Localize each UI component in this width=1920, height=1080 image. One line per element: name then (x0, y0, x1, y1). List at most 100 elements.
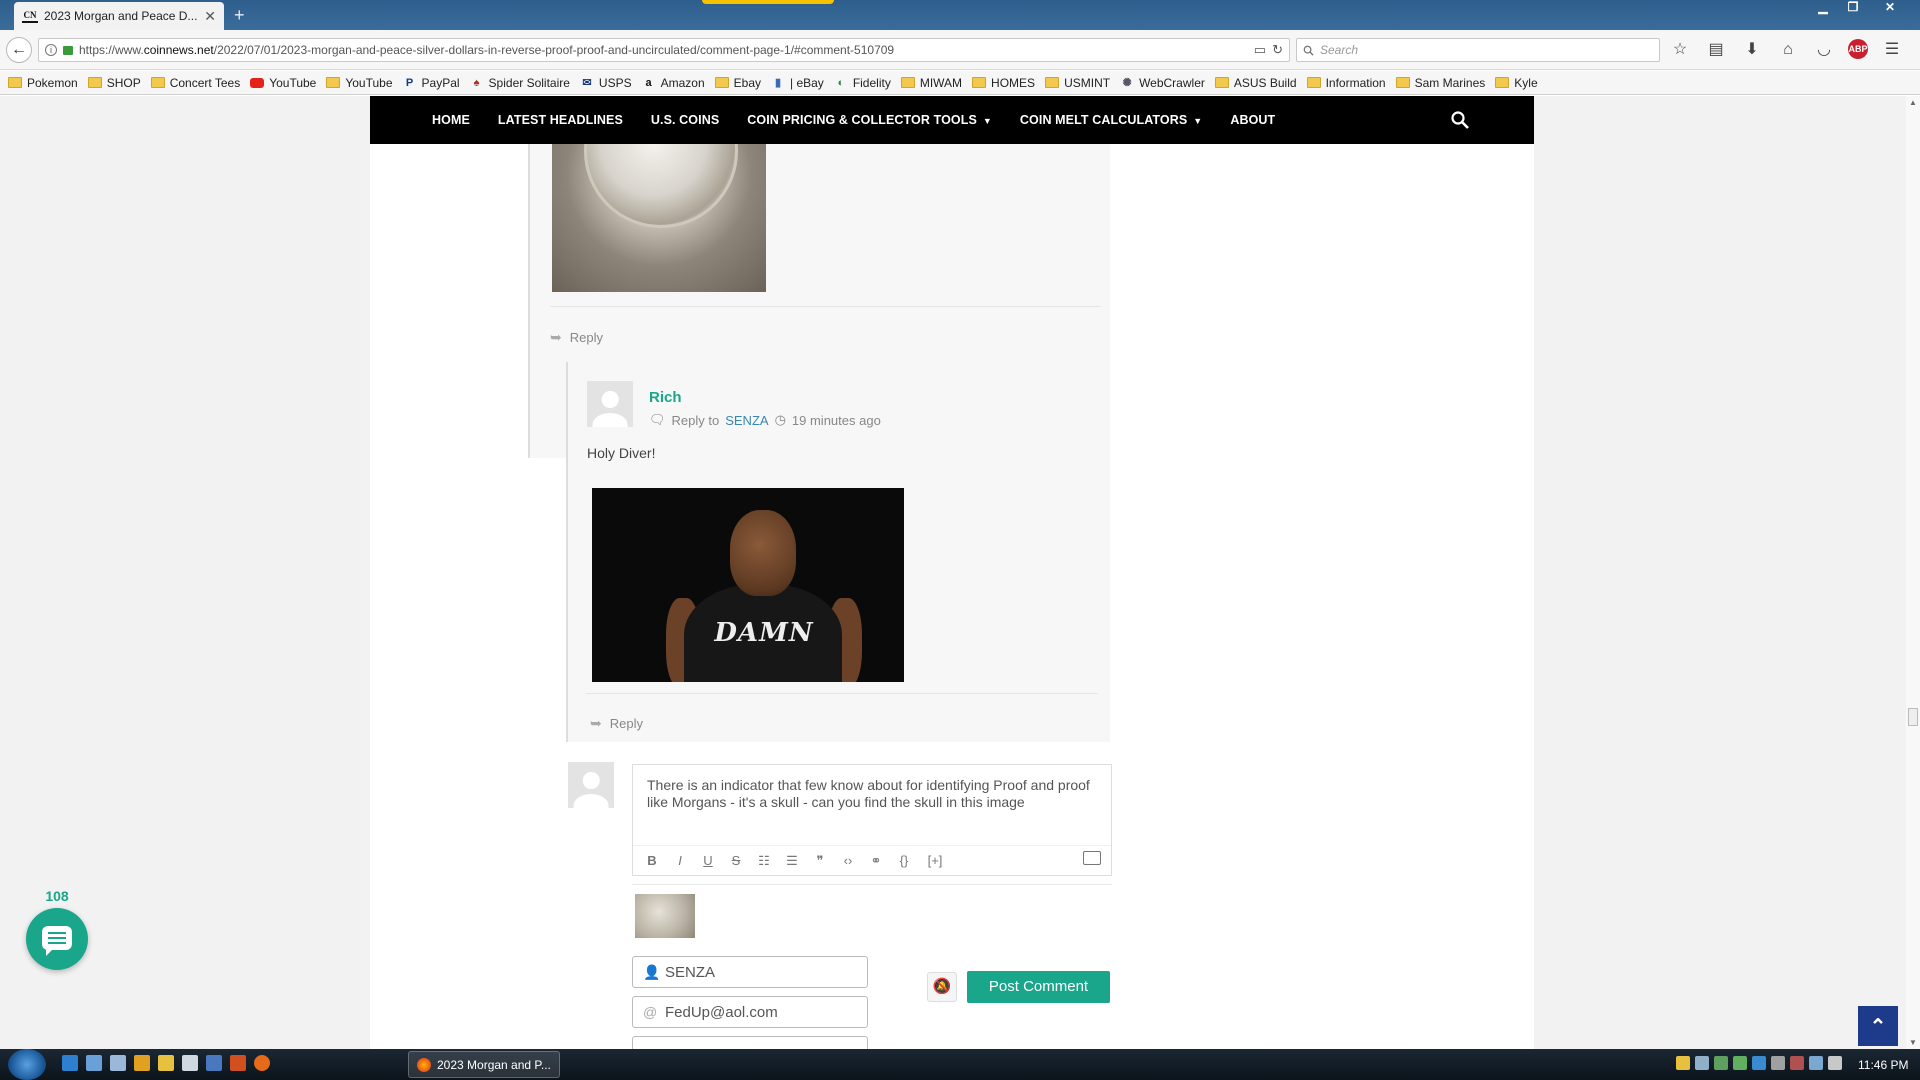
scroll-to-top-button[interactable]: ⌃ (1858, 1006, 1898, 1046)
scroll-down-icon[interactable]: ▼ (1909, 1038, 1917, 1047)
website-field[interactable] (632, 1036, 868, 1049)
comment-author[interactable]: Rich (649, 389, 682, 406)
code-block-icon[interactable]: {} (897, 853, 911, 868)
pocket-icon[interactable]: ◡ (1812, 39, 1836, 61)
bookmark-item[interactable]: SHOP (87, 76, 141, 90)
comment-textarea[interactable]: There is an indicator that few know abou… (647, 777, 1097, 811)
network-icon[interactable] (1809, 1056, 1823, 1070)
bookmark-item[interactable]: Kyle (1495, 76, 1538, 90)
reload-icon[interactable]: ↻ (1272, 42, 1283, 58)
bookmark-item[interactable]: MIWAM (900, 76, 962, 90)
minimize-icon[interactable]: ▁ (1810, 0, 1836, 14)
reply-to-author-link[interactable]: SENZA (725, 413, 768, 428)
media-player-icon[interactable] (134, 1055, 150, 1071)
spoiler-icon[interactable]: [+] (925, 853, 945, 868)
coin-photo[interactable] (552, 144, 766, 292)
bookmark-item[interactable]: Concert Tees (150, 76, 240, 90)
network-icon[interactable] (206, 1055, 222, 1071)
new-tab-button[interactable]: + (234, 5, 245, 26)
strikethrough-icon[interactable]: S (729, 853, 743, 868)
image-upload-icon[interactable] (1083, 851, 1101, 865)
url-bar[interactable]: i https://www.coinnews.net/2022/07/01/20… (38, 38, 1290, 62)
comment-editor[interactable]: There is an indicator that few know abou… (632, 764, 1112, 876)
bookmark-item[interactable]: Sam Marines (1395, 76, 1485, 90)
home-icon[interactable]: ⌂ (1776, 39, 1800, 61)
ie-icon[interactable] (62, 1055, 78, 1071)
tray-icon[interactable] (1695, 1056, 1709, 1070)
adblock-icon[interactable]: ABP (1848, 39, 1868, 59)
reply-link[interactable]: ➥ Reply (590, 715, 643, 732)
reader-view-icon[interactable]: ▭ (1254, 42, 1266, 58)
tray-icon[interactable] (1733, 1056, 1747, 1070)
bookmark-item[interactable]: HOMES (972, 76, 1035, 90)
downloads-icon[interactable]: ⬇ (1740, 39, 1764, 61)
bookmark-item[interactable]: ◐ Fidelity (834, 76, 890, 90)
bookmark-item[interactable]: Pokemon (8, 76, 78, 90)
search-bar[interactable]: Search (1296, 38, 1660, 62)
window-close-icon[interactable]: ✕ (1870, 0, 1910, 14)
tray-icon[interactable] (1714, 1056, 1728, 1070)
explorer-icon[interactable] (110, 1055, 126, 1071)
bookmark-item[interactable]: P PayPal (403, 76, 460, 90)
tab-close-icon[interactable]: ✕ (204, 8, 216, 25)
tray-icon[interactable] (1771, 1056, 1785, 1070)
bookmark-item[interactable]: ▮ | eBay (771, 76, 824, 90)
notification-pill[interactable] (702, 0, 834, 4)
app-icon[interactable] (230, 1055, 246, 1071)
bookmark-item[interactable]: Ebay (714, 76, 761, 90)
folder-icon[interactable] (158, 1055, 174, 1071)
name-field[interactable]: 👤 SENZA (632, 956, 868, 988)
nav-us-coins[interactable]: U.S. COINS (651, 113, 719, 127)
reading-list-icon[interactable]: ▤ (1704, 39, 1728, 61)
site-info-icon[interactable]: i (45, 44, 57, 56)
nav-home[interactable]: HOME (432, 113, 470, 127)
quote-icon[interactable]: ❞ (813, 853, 827, 869)
firefox-icon[interactable] (254, 1055, 270, 1071)
notepad-icon[interactable] (182, 1055, 198, 1071)
search-icon[interactable] (1450, 110, 1470, 130)
bookmark-item[interactable]: ♠ Spider Solitaire (470, 76, 570, 90)
menu-icon[interactable]: ☰ (1880, 39, 1904, 61)
comments-bubble-button[interactable] (26, 908, 88, 970)
nav-coin-melt[interactable]: COIN MELT CALCULATORS ▼ (1020, 113, 1202, 127)
bookmark-item[interactable]: USMINT (1045, 76, 1110, 90)
bookmark-item[interactable]: Information (1306, 76, 1386, 90)
italic-icon[interactable]: I (673, 853, 687, 868)
bookmark-item[interactable]: a Amazon (642, 76, 705, 90)
attachment-thumbnail[interactable] (635, 894, 695, 938)
nav-coin-pricing[interactable]: COIN PRICING & COLLECTOR TOOLS ▼ (747, 113, 992, 127)
start-button[interactable] (8, 1049, 46, 1080)
bookmark-item[interactable]: YouTube (326, 76, 393, 90)
bookmark-item[interactable]: ✉ USPS (580, 76, 631, 90)
reply-link[interactable]: ➥ Reply (550, 329, 603, 346)
nav-latest-headlines[interactable]: LATEST HEADLINES (498, 113, 623, 127)
underline-icon[interactable]: U (701, 853, 715, 868)
scrollbar-thumb[interactable] (1908, 708, 1918, 726)
desktop-icon[interactable] (86, 1055, 102, 1071)
bookmark-item[interactable]: ✺ WebCrawler (1120, 76, 1204, 90)
bookmark-star-icon[interactable]: ☆ (1668, 39, 1692, 61)
nav-about[interactable]: ABOUT (1230, 113, 1275, 127)
url-text[interactable]: https://www.coinnews.net/2022/07/01/2023… (79, 43, 1248, 57)
scroll-up-icon[interactable]: ▲ (1909, 98, 1917, 107)
browser-tab-active[interactable]: CN 2023 Morgan and Peace D... ✕ (14, 2, 224, 30)
tray-icon[interactable] (1790, 1056, 1804, 1070)
volume-icon[interactable] (1828, 1056, 1842, 1070)
clock[interactable]: 11:46 PM (1858, 1058, 1908, 1072)
post-comment-button[interactable]: Post Comment (967, 971, 1110, 1003)
unordered-list-icon[interactable]: ☰ (785, 853, 799, 869)
bookmark-item[interactable]: YouTube (250, 76, 316, 90)
ordered-list-icon[interactable]: ☷ (757, 853, 771, 869)
bold-icon[interactable]: B (645, 853, 659, 868)
vertical-scrollbar[interactable]: ▲ ▼ (1906, 96, 1920, 1049)
taskbar-firefox-window[interactable]: 2023 Morgan and P... (408, 1051, 560, 1078)
restore-icon[interactable]: ❐ (1840, 0, 1866, 14)
bookmark-item[interactable]: ASUS Build (1214, 76, 1297, 90)
email-field[interactable]: @ FedUp@aol.com (632, 996, 868, 1028)
tray-icon[interactable] (1676, 1056, 1690, 1070)
tray-icon[interactable] (1752, 1056, 1766, 1070)
comment-image[interactable]: DAMN (592, 488, 904, 682)
code-icon[interactable]: ‹› (841, 853, 855, 868)
subscribe-mute-icon[interactable]: 🔕 (927, 972, 957, 1002)
link-icon[interactable]: ⚭ (869, 853, 883, 869)
